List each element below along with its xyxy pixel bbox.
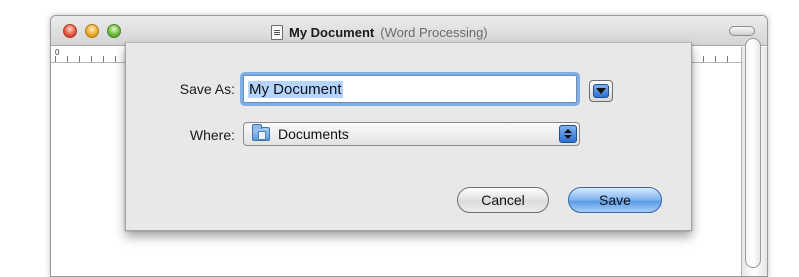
save-as-input[interactable]: My Document <box>243 75 577 103</box>
window-title: My Document (Word Processing) <box>271 23 488 41</box>
save-as-label: Save As: <box>179 81 235 97</box>
expand-dialog-button[interactable] <box>589 80 613 102</box>
close-icon[interactable] <box>63 24 77 38</box>
where-label: Where: <box>189 127 235 143</box>
scrollbar-thumb[interactable] <box>745 38 761 268</box>
where-value: Documents <box>278 126 349 142</box>
updown-icon <box>559 125 577 143</box>
save-button[interactable]: Save <box>568 187 662 213</box>
document-icon[interactable] <box>271 24 283 40</box>
save-as-value: My Document <box>248 80 343 98</box>
window-title-text: My Document <box>289 24 375 40</box>
where-select[interactable]: Documents <box>243 122 580 146</box>
save-sheet: Save As: My Document Where: Documents Ca… <box>125 43 692 231</box>
minimize-icon[interactable] <box>85 24 99 38</box>
chevron-down-icon <box>593 84 609 98</box>
toolbar-toggle-button[interactable] <box>729 26 755 36</box>
folder-icon <box>252 124 270 141</box>
window-title-subtitle: (Word Processing) <box>380 24 488 40</box>
title-bar[interactable]: My Document (Word Processing) <box>51 16 767 46</box>
cancel-button[interactable]: Cancel <box>457 187 549 213</box>
zoom-icon[interactable] <box>107 24 121 38</box>
